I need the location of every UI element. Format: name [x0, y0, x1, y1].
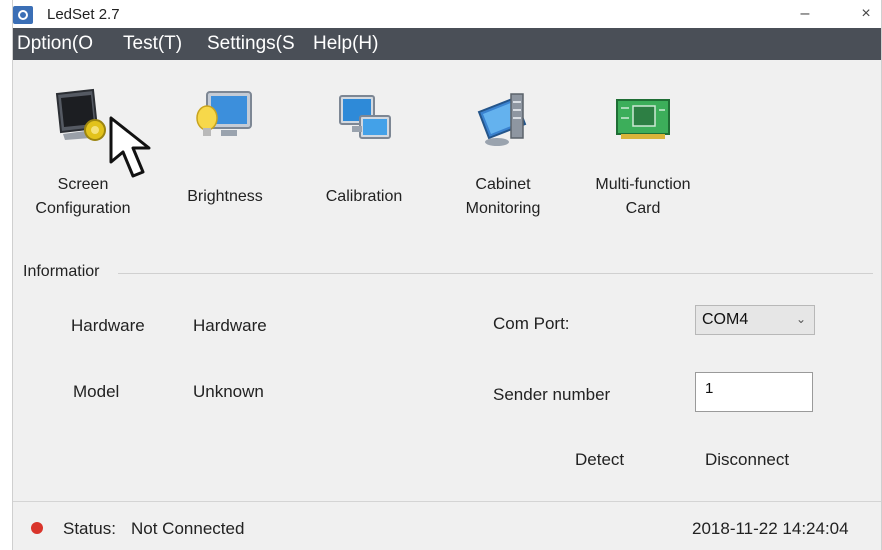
status-datetime: 2018-11-22 14:24:04: [692, 519, 849, 538]
information-group-label: Informatior: [23, 263, 106, 281]
cabinet-monitoring-label-2: Monitoring: [465, 200, 541, 217]
status-value: Not Connected: [131, 519, 245, 538]
brightness-monitor-icon: [193, 88, 257, 152]
information-group-divider: [118, 273, 873, 274]
hardware-label: Hardware: [71, 316, 145, 335]
hardware-value: Hardware: [193, 316, 267, 335]
multi-function-card-label-1: Multi-function: [595, 176, 691, 193]
title-bar: LedSet 2.7 – ×: [13, 0, 881, 28]
brightness-button[interactable]: Brightness: [155, 88, 295, 223]
status-indicator-icon: [31, 522, 43, 534]
sender-number-value: 1: [705, 380, 714, 397]
app-window: LedSet 2.7 – × Dption(O Test(T) Settings…: [12, 0, 882, 550]
cabinet-monitoring-button[interactable]: Cabinet Monitoring: [433, 88, 573, 223]
mouse-pointer-icon: [109, 116, 173, 193]
multi-function-card-label-2: Card: [625, 200, 661, 217]
menu-bar: Dption(O Test(T) Settings(S Help(H): [13, 28, 881, 60]
calibration-label: Calibration: [325, 188, 403, 205]
sender-number-field[interactable]: 1: [695, 372, 813, 412]
calibration-button[interactable]: Calibration: [294, 88, 434, 223]
menu-test[interactable]: Test(T): [123, 33, 182, 55]
calibration-monitors-icon: [332, 88, 396, 152]
com-port-label: Com Port:: [493, 314, 570, 333]
sender-number-label: Sender number: [493, 385, 611, 404]
disconnect-button[interactable]: Disconnect: [705, 450, 789, 470]
circuit-card-icon: [611, 88, 675, 152]
com-port-value: COM4: [702, 311, 749, 328]
app-logo-icon: [13, 6, 33, 24]
close-button[interactable]: ×: [849, 2, 882, 26]
menu-help[interactable]: Help(H): [313, 33, 378, 55]
status-bar-divider: [13, 501, 881, 502]
window-title: LedSet 2.7: [47, 6, 120, 23]
detect-button[interactable]: Detect: [575, 450, 624, 470]
model-value: Unknown: [193, 382, 264, 401]
chevron-down-icon: ⌄: [795, 312, 806, 326]
menu-settings[interactable]: Settings(S: [207, 33, 295, 55]
multi-function-card-button[interactable]: Multi-function Card: [573, 88, 713, 223]
model-label: Model: [73, 382, 120, 401]
screen-configuration-label-2: Configuration: [35, 200, 131, 217]
monitoring-icon: [471, 88, 535, 152]
cabinet-monitoring-label-1: Cabinet: [475, 176, 531, 193]
brightness-label: Brightness: [187, 188, 263, 205]
menu-option[interactable]: Dption(O: [17, 33, 93, 55]
minimize-button[interactable]: –: [788, 2, 822, 26]
monitor-gear-icon: [51, 88, 115, 152]
com-port-select[interactable]: COM4 ⌄: [695, 305, 815, 335]
status-label: Status:: [63, 519, 116, 538]
